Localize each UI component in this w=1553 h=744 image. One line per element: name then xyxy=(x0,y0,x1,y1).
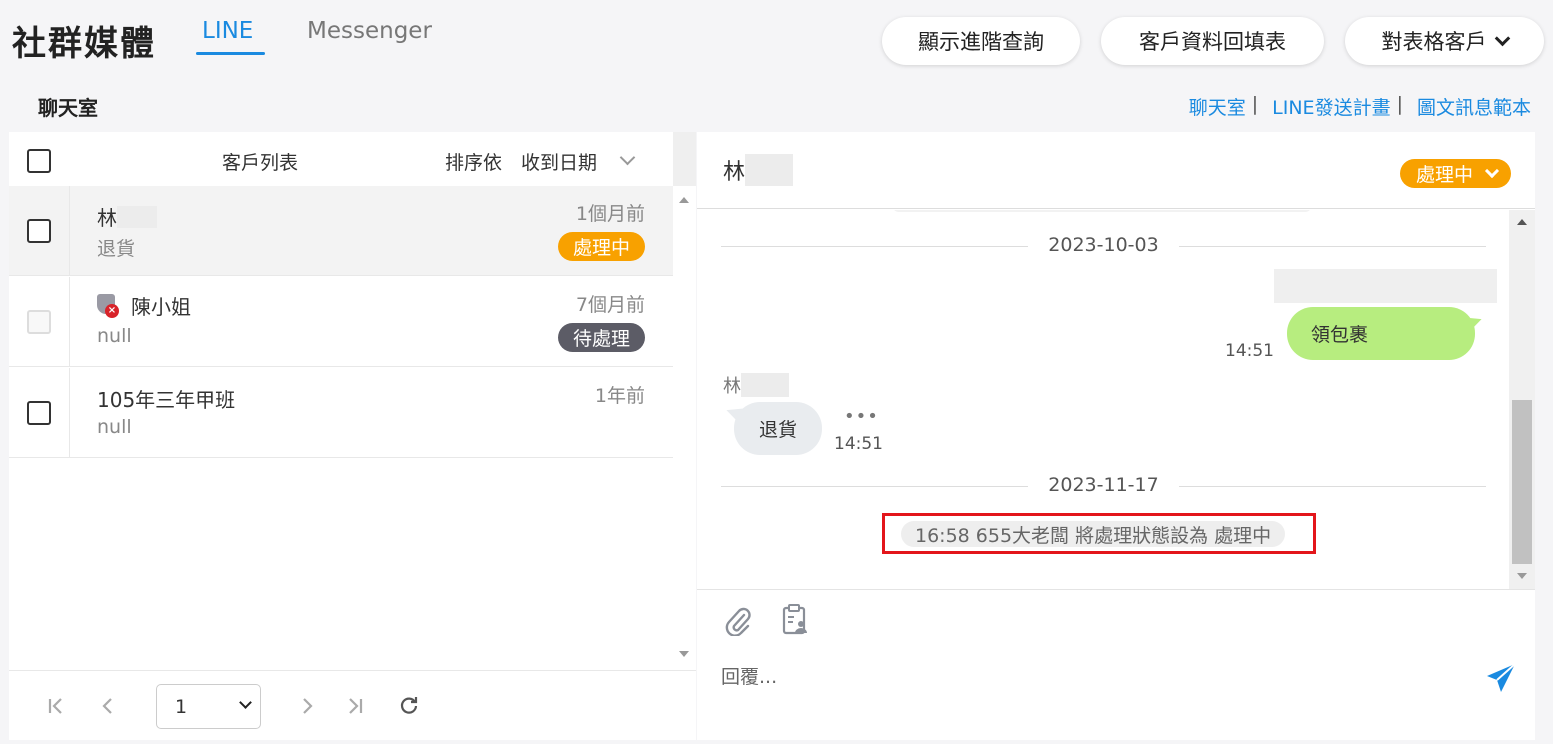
redacted-block xyxy=(117,205,157,228)
customer-name-text: 林 xyxy=(97,206,117,230)
page-select-value: 1 xyxy=(175,695,188,718)
first-page-icon[interactable] xyxy=(47,697,65,715)
customer-row[interactable]: 林 退貨 1個月前 處理中 xyxy=(9,186,673,276)
link-separator: | xyxy=(1396,93,1403,115)
show-advanced-query-button[interactable]: 顯示進階查詢 xyxy=(882,17,1080,65)
scroll-up-arrow-icon[interactable] xyxy=(1517,219,1527,225)
link-chatroom[interactable]: 聊天室 xyxy=(1189,93,1246,120)
outgoing-message-bubble: 領包裹 xyxy=(1287,307,1475,360)
status-dropdown-label: 處理中 xyxy=(1415,164,1473,186)
customer-time: 7個月前 xyxy=(575,294,645,316)
customer-list-title: 客戶列表 xyxy=(222,152,299,174)
paperclip-icon[interactable] xyxy=(724,606,752,636)
row-checkbox-cell xyxy=(9,277,70,366)
date-separator-text: 2023-10-03 xyxy=(721,234,1486,256)
scroll-thumb[interactable] xyxy=(1512,400,1532,564)
customer-row[interactable]: 105年三年甲班 null 1年前 xyxy=(9,368,673,458)
outgoing-message-time: 14:51 xyxy=(1225,341,1274,361)
select-all-checkbox[interactable] xyxy=(27,149,51,173)
send-icon[interactable] xyxy=(1485,662,1517,694)
previous-page-icon[interactable] xyxy=(99,697,117,715)
spreadsheet-customer-dropdown[interactable]: 對表格客戶 xyxy=(1345,17,1544,65)
chat-messages: 2023-10-03 領包裹 14:51 林 退貨 ••• 14:51 2023… xyxy=(697,210,1535,589)
redacted-block xyxy=(745,154,794,186)
scroll-down-arrow-icon[interactable] xyxy=(1517,573,1527,579)
customer-time: 1個月前 xyxy=(575,203,645,225)
top-links: 聊天室 | LINE發送計畫 | 圖文訊息範本 xyxy=(1189,93,1531,120)
incoming-message-time: 14:51 xyxy=(834,434,883,454)
blocked-user-icon: × xyxy=(97,293,119,318)
status-dropdown[interactable]: 處理中 xyxy=(1399,159,1511,188)
status-badge: 待處理 xyxy=(557,323,645,352)
row-checkbox[interactable] xyxy=(27,401,51,425)
scrollbar-header-spacer xyxy=(673,132,696,186)
chevron-down-icon xyxy=(1494,30,1510,46)
scroll-up-arrow-icon[interactable] xyxy=(679,197,689,203)
redacted-block xyxy=(741,373,789,397)
pagination: 1 xyxy=(9,670,696,740)
tab-line[interactable]: LINE xyxy=(202,18,253,44)
row-checkbox-cell xyxy=(9,368,70,457)
chat-scrollbar[interactable] xyxy=(1509,210,1535,589)
row-checkbox[interactable] xyxy=(27,219,51,243)
chevron-down-icon xyxy=(239,696,252,709)
section-title: 聊天室 xyxy=(38,96,98,120)
tab-messenger[interactable]: Messenger xyxy=(307,18,432,44)
customer-name: × 陳小姐 xyxy=(97,291,191,320)
date-label: 2023-10-03 xyxy=(1028,234,1179,256)
date-separator: 2023-11-17 xyxy=(721,474,1486,498)
chat-panel: 林 處理中 2023-10-03 領包裹 14:51 林 退貨 ••• 14:5… xyxy=(697,132,1535,740)
customer-last-message: null xyxy=(97,325,132,347)
reply-input[interactable] xyxy=(721,662,1461,692)
customer-name: 林 xyxy=(97,202,157,231)
customer-last-message: null xyxy=(97,416,132,438)
customer-list-header: 客戶列表 排序依 收到日期 xyxy=(9,132,673,186)
customer-time: 1年前 xyxy=(594,385,645,407)
sort-label: 排序依 xyxy=(445,152,503,174)
row-checkbox-cell xyxy=(9,186,70,275)
incoming-sender-name: 林 xyxy=(723,372,789,398)
date-separator-text: 2023-11-17 xyxy=(721,474,1486,496)
incoming-sender-text: 林 xyxy=(723,376,741,397)
date-separator: 2023-10-03 xyxy=(721,234,1486,258)
chat-toolbar xyxy=(697,589,1535,647)
spreadsheet-customer-label: 對表格客戶 xyxy=(1381,30,1487,54)
page-title: 社群媒體 xyxy=(12,24,156,64)
status-badge: 處理中 xyxy=(557,232,645,261)
refresh-icon[interactable] xyxy=(399,695,419,715)
customer-last-message: 退貨 xyxy=(97,238,136,260)
chevron-down-icon[interactable] xyxy=(619,149,636,166)
last-page-icon[interactable] xyxy=(346,697,364,715)
link-rich-message-template[interactable]: 圖文訊息範本 xyxy=(1417,93,1531,120)
customer-list-panel: 客戶列表 排序依 收到日期 林 退貨 1個月前 處理中 × 陳小姐 null 7… xyxy=(9,132,696,740)
date-label: 2023-11-17 xyxy=(1028,474,1179,496)
highlighted-status-log: 16:58 655大老闆 將處理狀態設為 處理中 xyxy=(882,513,1316,554)
previous-message-fragment xyxy=(892,210,1312,212)
customer-name-text: 陳小姐 xyxy=(131,295,191,319)
page-select[interactable]: 1 xyxy=(156,684,261,729)
redacted-block xyxy=(1274,269,1497,303)
scroll-down-arrow-icon[interactable] xyxy=(679,651,689,657)
row-checkbox xyxy=(27,310,51,334)
status-change-log: 16:58 655大老闆 將處理狀態設為 處理中 xyxy=(901,521,1286,547)
chat-contact-name-text: 林 xyxy=(723,160,746,185)
show-advanced-query-label: 顯示進階查詢 xyxy=(918,30,1044,54)
chat-contact-name: 林 xyxy=(723,154,794,186)
customer-row[interactable]: × 陳小姐 null 7個月前 待處理 xyxy=(9,277,673,367)
next-page-icon[interactable] xyxy=(298,697,316,715)
customer-card-icon[interactable] xyxy=(781,604,809,636)
incoming-message-bubble: 退貨 xyxy=(734,402,822,455)
sort-dropdown[interactable]: 收到日期 xyxy=(521,148,597,175)
link-separator: | xyxy=(1251,93,1259,115)
chevron-down-icon xyxy=(1484,163,1500,179)
customer-name: 105年三年甲班 xyxy=(97,388,236,412)
customer-form-button[interactable]: 客戶資料回填表 xyxy=(1101,17,1324,65)
customer-form-label: 客戶資料回填表 xyxy=(1139,30,1286,54)
active-tab-indicator xyxy=(196,52,265,55)
customer-list-scrollbar[interactable] xyxy=(673,186,696,670)
message-more-options-icon[interactable]: ••• xyxy=(844,406,879,427)
chat-header: 林 處理中 xyxy=(697,132,1535,209)
link-line-send-plan[interactable]: LINE發送計畫 xyxy=(1272,93,1390,120)
